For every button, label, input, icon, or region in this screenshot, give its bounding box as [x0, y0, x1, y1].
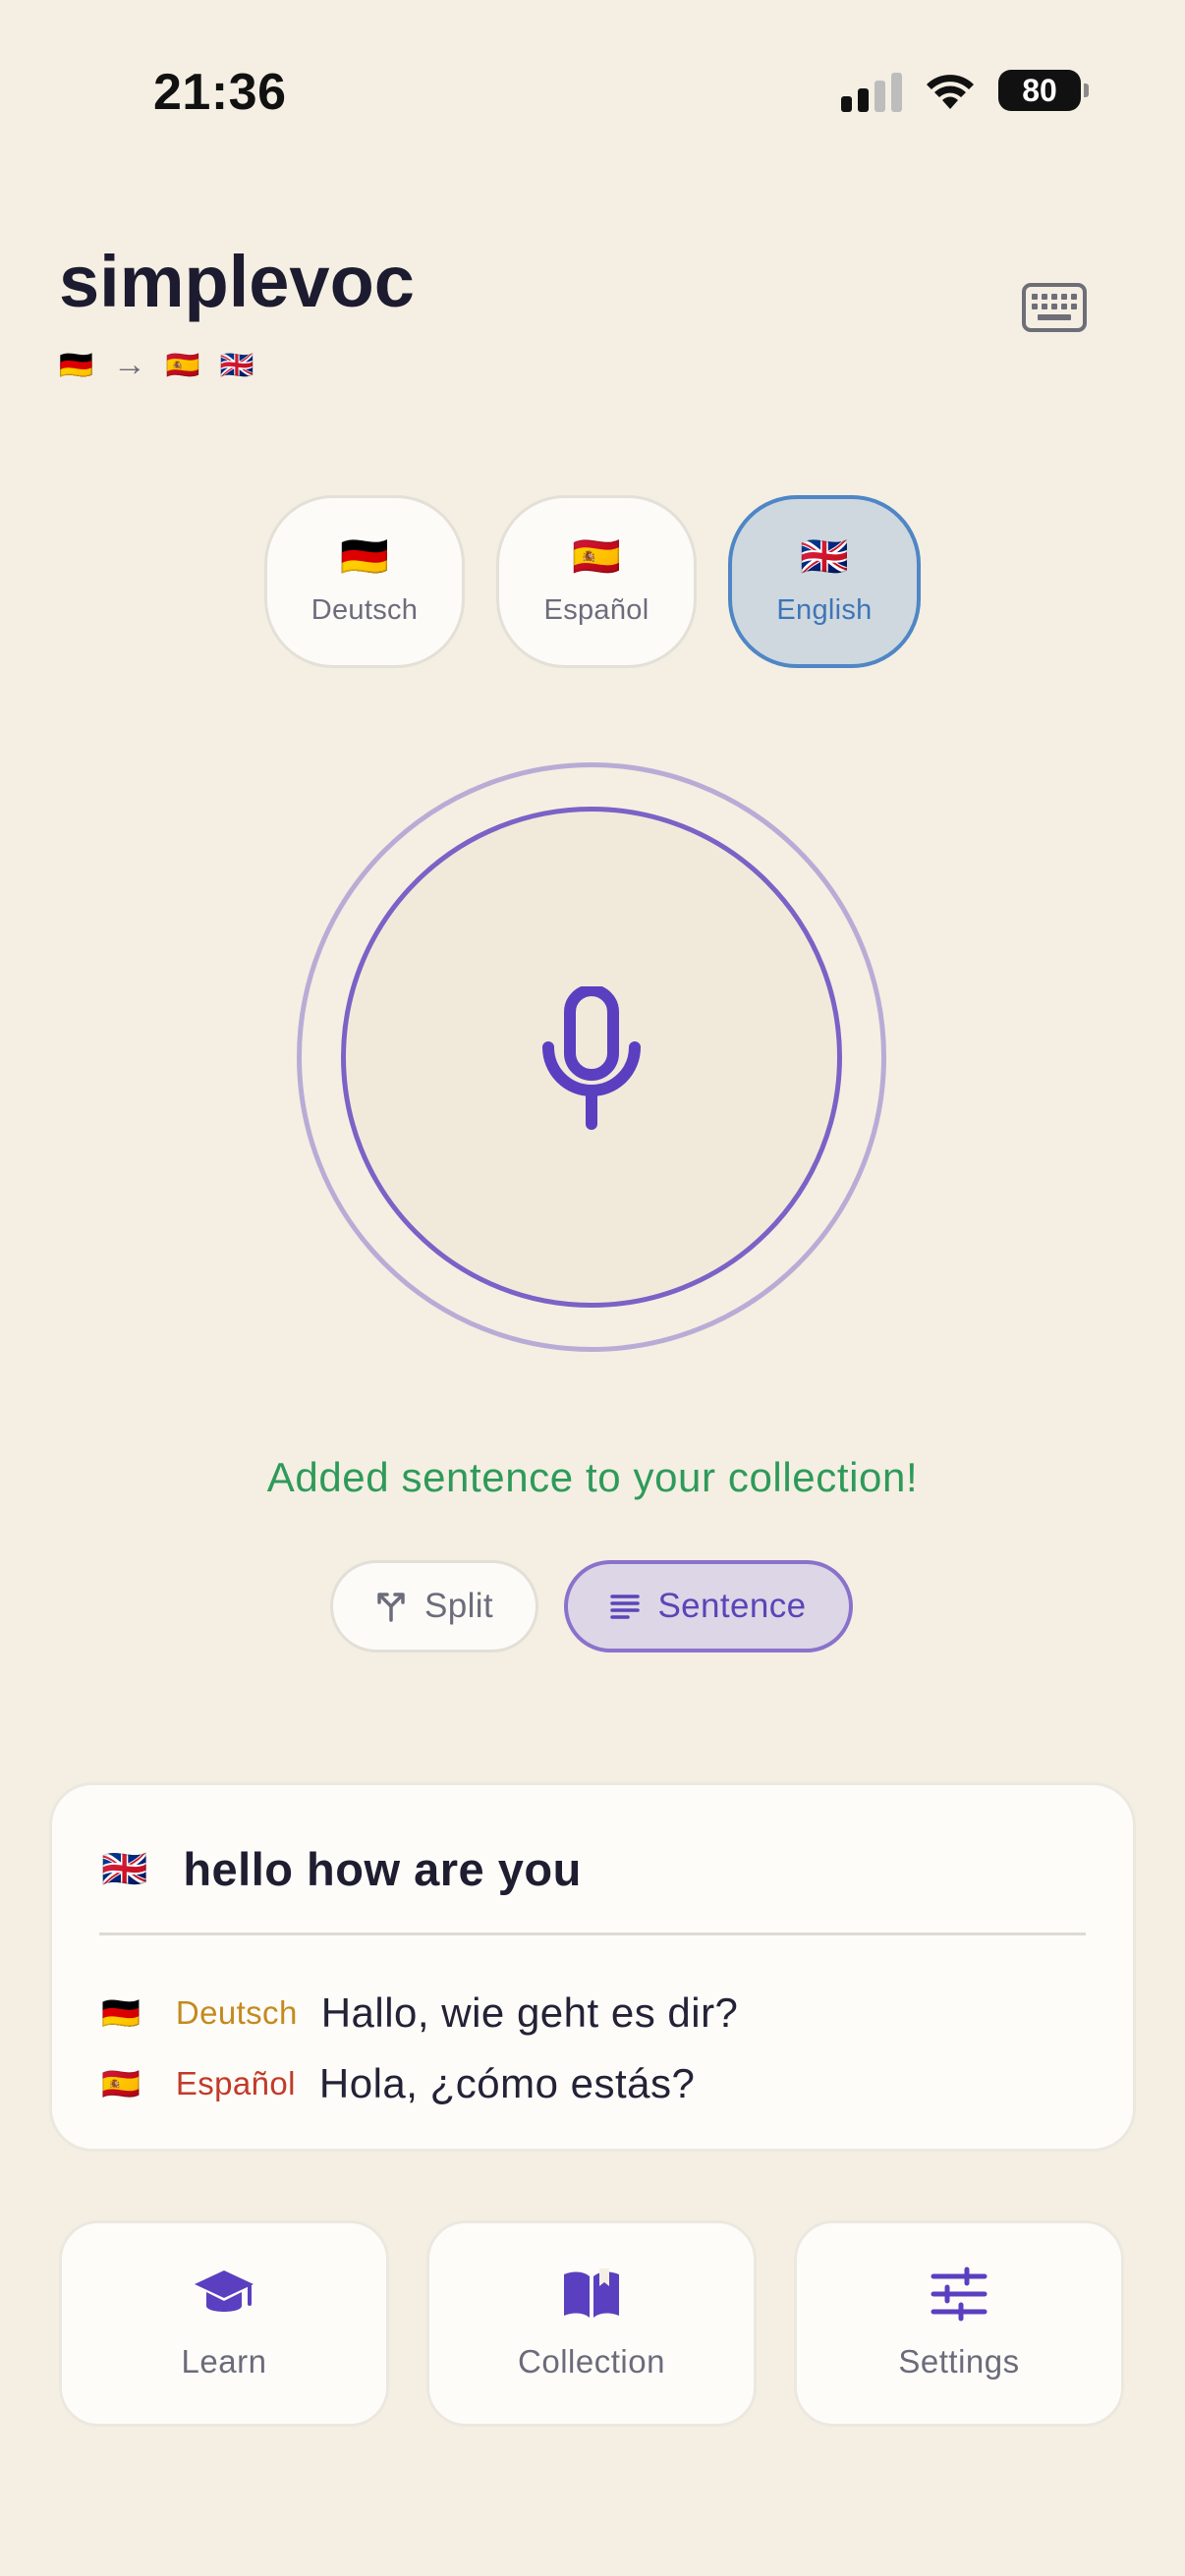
- nav-settings-button[interactable]: Settings: [794, 2220, 1124, 2427]
- route-source-flag: 🇩🇪: [59, 350, 93, 380]
- status-icons: 80: [841, 69, 1089, 112]
- app-title: simplevoc: [59, 241, 415, 322]
- nav-collection-button[interactable]: Collection: [426, 2220, 757, 2427]
- language-label: Español: [543, 593, 649, 626]
- nav-learn-label: Learn: [181, 2343, 267, 2380]
- nav-learn-button[interactable]: Learn: [59, 2220, 389, 2427]
- language-route: 🇩🇪 → 🇪🇸 🇬🇧: [59, 346, 254, 384]
- translation-text: Hallo, wie geht es dir?: [320, 1989, 739, 2036]
- nav-settings-label: Settings: [898, 2343, 1020, 2380]
- language-label: English: [776, 593, 873, 626]
- language-option-espanol[interactable]: 🇪🇸 Español: [496, 495, 697, 668]
- graduation-cap-icon: [195, 2270, 254, 2312]
- record-button[interactable]: [297, 762, 886, 1352]
- language-option-english[interactable]: 🇬🇧 English: [728, 495, 921, 668]
- sliders-icon: [931, 2267, 988, 2322]
- wifi-icon: [927, 75, 974, 109]
- translation-language: Deutsch: [175, 1994, 298, 2031]
- language-selector: 🇩🇪 Deutsch 🇪🇸 Español 🇬🇧 English: [0, 495, 1185, 668]
- mode-toggle: Split Sentence: [330, 1560, 853, 1652]
- open-book-icon: [564, 2268, 619, 2318]
- route-target-flag-en: 🇬🇧: [219, 350, 254, 380]
- route-arrow-icon: →: [112, 346, 146, 383]
- route-target-flag-es: 🇪🇸: [165, 350, 200, 380]
- split-mode-button[interactable]: Split: [330, 1560, 538, 1652]
- translation-text: Hola, ¿cómo estás?: [318, 2060, 696, 2106]
- flag-germany-icon: 🇩🇪: [101, 1995, 141, 2031]
- battery-icon: 80: [998, 70, 1089, 111]
- source-row: 🇬🇧 hello how are you: [101, 1842, 582, 1896]
- microphone-icon: [542, 986, 641, 1130]
- language-label: Deutsch: [310, 593, 419, 626]
- keyboard-icon[interactable]: [1022, 283, 1087, 332]
- text-lines-icon: [610, 1595, 641, 1619]
- flag-spain-icon: 🇪🇸: [101, 2066, 141, 2101]
- divider: [99, 1932, 1086, 1935]
- battery-level: 80: [1022, 72, 1057, 108]
- language-option-deutsch[interactable]: 🇩🇪 Deutsch: [264, 495, 465, 668]
- signal-icon: [841, 69, 902, 112]
- flag-spain-icon: 🇪🇸: [572, 534, 621, 579]
- nav-collection-label: Collection: [518, 2343, 665, 2380]
- translation-card[interactable]: 🇬🇧 hello how are you 🇩🇪 Deutsch Hallo, w…: [49, 1782, 1136, 2152]
- translation-language: Español: [175, 2065, 296, 2101]
- flag-germany-icon: 🇩🇪: [340, 534, 389, 579]
- status-message: Added sentence to your collection!: [266, 1454, 919, 1500]
- sentence-mode-button[interactable]: Sentence: [564, 1560, 853, 1652]
- source-text: hello how are you: [183, 1843, 582, 1895]
- translation-row-deutsch: 🇩🇪 Deutsch Hallo, wie geht es dir?: [101, 1989, 738, 2037]
- sentence-label: Sentence: [657, 1587, 807, 1625]
- status-time: 21:36: [153, 64, 287, 121]
- app-screen: 21:36 80 simplevoc 🇩🇪 → 🇪🇸 🇬🇧 🇩🇪 Deutsch…: [0, 0, 1185, 2576]
- flag-uk-icon: 🇬🇧: [800, 534, 849, 579]
- translation-row-espanol: 🇪🇸 Español Hola, ¿cómo estás?: [101, 2060, 695, 2107]
- split-label: Split: [423, 1587, 494, 1625]
- bottom-nav: Learn Collection Settings: [59, 2220, 1124, 2427]
- split-icon: [377, 1593, 405, 1622]
- flag-uk-icon: 🇬🇧: [101, 1848, 148, 1890]
